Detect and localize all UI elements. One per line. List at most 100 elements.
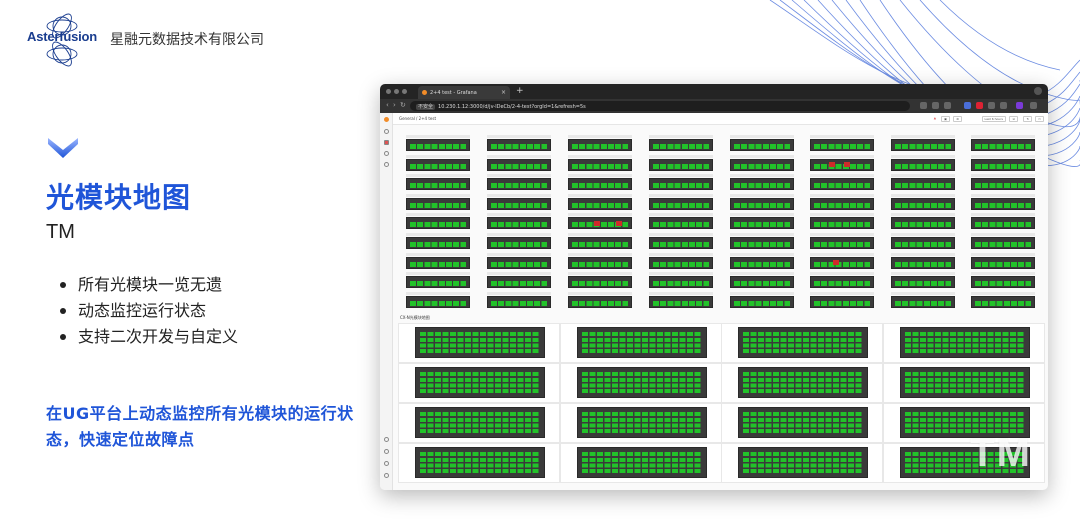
switch-panel[interactable] xyxy=(810,256,874,269)
large-switch-panel[interactable] xyxy=(398,323,560,363)
switch-panel[interactable] xyxy=(487,237,551,249)
module-fault-indicator[interactable] xyxy=(829,162,835,167)
security-badge[interactable]: 不安全 xyxy=(416,104,436,110)
switch-panel[interactable] xyxy=(810,217,874,230)
switch-panel[interactable] xyxy=(891,197,955,210)
switch-panel[interactable] xyxy=(891,139,955,151)
module-fault-indicator[interactable] xyxy=(594,221,600,226)
browser-tab[interactable]: 2+4 test - Grafana × xyxy=(418,86,510,99)
switch-panel[interactable] xyxy=(810,178,874,191)
extension-icon[interactable] xyxy=(964,102,971,109)
breadcrumb[interactable]: General / 2+4 test xyxy=(399,116,436,121)
large-switch-panel[interactable] xyxy=(398,363,560,403)
search-icon[interactable] xyxy=(932,102,939,109)
section-title[interactable]: CX-N光模块地图 xyxy=(400,315,430,321)
switch-panel[interactable] xyxy=(649,276,713,289)
switch-panel[interactable] xyxy=(810,276,874,289)
window-zoom-dot[interactable] xyxy=(402,89,407,94)
switch-panel[interactable] xyxy=(730,139,794,151)
switch-panel[interactable] xyxy=(487,256,551,269)
switch-panel[interactable] xyxy=(891,256,955,269)
large-switch-panel[interactable] xyxy=(721,443,883,483)
share-icon[interactable]: ▲ xyxy=(932,116,938,122)
large-switch-panel[interactable] xyxy=(883,323,1045,363)
large-switch-panel[interactable] xyxy=(398,443,560,483)
switch-panel[interactable] xyxy=(971,256,1035,269)
switch-panel[interactable] xyxy=(406,139,470,151)
switch-panel[interactable] xyxy=(649,158,713,171)
translate-icon[interactable] xyxy=(920,102,927,109)
switch-panel[interactable] xyxy=(730,178,794,191)
switch-panel[interactable] xyxy=(730,276,794,289)
tv-mode-icon[interactable]: ▭ xyxy=(1035,116,1044,122)
module-fault-indicator[interactable] xyxy=(616,221,622,226)
forward-icon[interactable]: › xyxy=(393,101,396,109)
large-switch-panel[interactable] xyxy=(883,363,1045,403)
extension-icon[interactable] xyxy=(976,102,983,109)
switch-panel[interactable] xyxy=(487,295,551,308)
admin-icon[interactable] xyxy=(384,449,389,454)
switch-panel[interactable] xyxy=(568,197,632,210)
switch-panel[interactable] xyxy=(810,139,874,151)
module-fault-indicator[interactable] xyxy=(844,162,850,167)
settings-icon[interactable]: ⚙ xyxy=(953,116,962,122)
switch-panel[interactable] xyxy=(568,295,632,308)
switch-panel[interactable] xyxy=(730,158,794,171)
switch-panel[interactable] xyxy=(568,139,632,151)
switch-panel[interactable] xyxy=(891,217,955,230)
switch-panel[interactable] xyxy=(810,295,874,308)
switch-panel[interactable] xyxy=(810,237,874,249)
tab-menu-button[interactable] xyxy=(1034,87,1042,95)
large-switch-panel[interactable] xyxy=(721,363,883,403)
extension-icon[interactable] xyxy=(1000,102,1007,109)
switch-panel[interactable] xyxy=(649,197,713,210)
settings-icon[interactable] xyxy=(384,437,389,442)
switch-panel[interactable] xyxy=(730,256,794,269)
grafana-logo-icon[interactable] xyxy=(384,117,389,122)
switch-panel[interactable] xyxy=(487,178,551,191)
switch-panel[interactable] xyxy=(891,158,955,171)
switch-panel[interactable] xyxy=(971,139,1035,151)
large-switch-panel[interactable] xyxy=(398,403,560,443)
switch-panel[interactable] xyxy=(487,158,551,171)
large-switch-panel[interactable] xyxy=(560,403,722,443)
switch-panel[interactable] xyxy=(891,178,955,191)
switch-panel[interactable] xyxy=(971,178,1035,191)
help-icon[interactable] xyxy=(384,473,389,478)
switch-panel[interactable] xyxy=(406,237,470,249)
explore-icon[interactable] xyxy=(384,151,389,156)
switch-panel[interactable] xyxy=(406,256,470,269)
zoom-out-icon[interactable]: ⊖ xyxy=(1009,116,1018,122)
window-minimize-dot[interactable] xyxy=(394,89,399,94)
switch-panel[interactable] xyxy=(891,295,955,308)
module-fault-indicator[interactable] xyxy=(833,260,839,265)
close-icon[interactable]: × xyxy=(501,89,506,96)
switch-panel[interactable] xyxy=(971,158,1035,171)
user-icon[interactable] xyxy=(384,461,389,466)
save-icon[interactable]: ▣ xyxy=(941,116,950,122)
large-switch-panel[interactable] xyxy=(560,443,722,483)
switch-panel[interactable] xyxy=(568,217,632,230)
switch-panel[interactable] xyxy=(649,139,713,151)
profile-icon[interactable] xyxy=(1016,102,1023,109)
switch-panel[interactable] xyxy=(568,178,632,191)
refresh-icon[interactable]: ↻ xyxy=(1023,116,1032,122)
switch-panel[interactable] xyxy=(487,197,551,210)
switch-panel[interactable] xyxy=(730,237,794,249)
switch-panel[interactable] xyxy=(891,237,955,249)
switch-panel[interactable] xyxy=(406,178,470,191)
refresh-icon[interactable]: ↻ xyxy=(400,101,406,109)
switch-panel[interactable] xyxy=(810,197,874,210)
search-icon[interactable] xyxy=(384,129,389,134)
time-range-picker[interactable]: Last 6 hours xyxy=(981,116,1006,122)
switch-panel[interactable] xyxy=(649,237,713,249)
switch-panel[interactable] xyxy=(406,197,470,210)
large-switch-panel[interactable] xyxy=(560,363,722,403)
switch-panel[interactable] xyxy=(971,197,1035,210)
alerting-icon[interactable] xyxy=(384,162,389,167)
switch-panel[interactable] xyxy=(810,158,874,171)
switch-panel[interactable] xyxy=(649,217,713,230)
large-switch-panel[interactable] xyxy=(721,403,883,443)
switch-panel[interactable] xyxy=(971,217,1035,230)
switch-panel[interactable] xyxy=(649,256,713,269)
